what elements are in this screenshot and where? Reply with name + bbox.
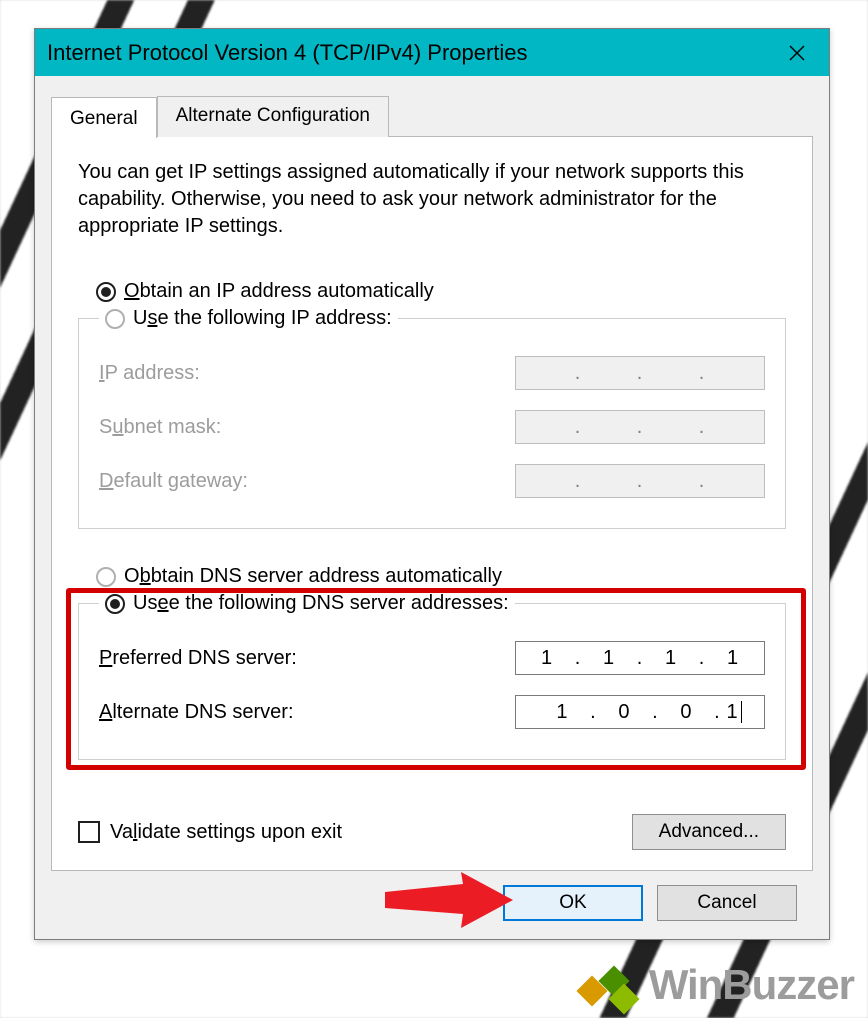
subnet-input: ...: [515, 410, 765, 444]
preferred-dns-input[interactable]: 1. 1. 1. 1: [515, 641, 765, 675]
watermark-text: WinBuzzer: [649, 961, 854, 1009]
row-gateway: Default gateway: ...: [99, 454, 765, 508]
close-icon: [788, 44, 806, 62]
watermark-logo-icon: [575, 960, 639, 1010]
ip-address-group: Obtain an IP address automatically Use t…: [78, 276, 786, 551]
radio-obtain-dns-auto[interactable]: Obbtain DNS server address automatically: [78, 561, 786, 592]
text-cursor: [741, 701, 742, 723]
tab-general[interactable]: General: [51, 97, 157, 138]
preferred-dns-label: Preferred DNS server:: [99, 647, 515, 670]
row-alternate-dns: Alternate DNS server: 1. 0. 0. 1: [99, 685, 765, 739]
radio-label: Use the following IP address:: [133, 307, 392, 330]
close-button[interactable]: [777, 33, 817, 73]
radio-label: Usee the following DNS server addresses:: [133, 592, 509, 615]
titlebar: Internet Protocol Version 4 (TCP/IPv4) P…: [35, 29, 829, 76]
ip-manual-fieldset: Use the following IP address: IP address…: [78, 307, 786, 529]
ip-address-label: IP address:: [99, 362, 515, 385]
tab-alternate[interactable]: Alternate Configuration: [157, 96, 389, 137]
alternate-dns-label: Alternate DNS server:: [99, 701, 515, 724]
radio-obtain-ip-auto[interactable]: Obtain an IP address automatically: [78, 276, 786, 307]
watermark: WinBuzzer: [575, 960, 854, 1010]
validate-label: Validate settings upon exit: [110, 821, 632, 844]
dns-group: Obbtain DNS server address automatically…: [78, 561, 786, 782]
radio-icon: [105, 594, 125, 614]
dns-manual-fieldset: Usee the following DNS server addresses:…: [78, 592, 786, 760]
validate-checkbox[interactable]: [78, 821, 100, 843]
radio-use-dns[interactable]: Usee the following DNS server addresses:: [99, 592, 515, 615]
gateway-input: ...: [515, 464, 765, 498]
ok-button[interactable]: OK: [503, 885, 643, 921]
window-title: Internet Protocol Version 4 (TCP/IPv4) P…: [47, 40, 777, 66]
radio-icon: [105, 309, 125, 329]
gateway-label: Default gateway:: [99, 470, 515, 493]
advanced-button[interactable]: Advanced...: [632, 814, 786, 850]
row-subnet: Subnet mask: ...: [99, 400, 765, 454]
alternate-dns-input[interactable]: 1. 0. 0. 1: [515, 695, 765, 729]
cancel-button[interactable]: Cancel: [657, 885, 797, 921]
general-panel: You can get IP settings assigned automat…: [51, 136, 813, 871]
subnet-label: Subnet mask:: [99, 416, 515, 439]
dialog-footer: OK Cancel: [51, 871, 813, 925]
radio-use-ip[interactable]: Use the following IP address:: [99, 307, 398, 330]
tab-strip: General Alternate Configuration: [51, 96, 813, 137]
radio-label: Obbtain DNS server address automatically: [124, 565, 502, 588]
intro-text: You can get IP settings assigned automat…: [78, 159, 786, 240]
radio-label: Obtain an IP address automatically: [124, 280, 434, 303]
bottom-row: Validate settings upon exit Advanced...: [78, 814, 786, 850]
radio-icon: [96, 282, 116, 302]
ipv4-properties-dialog: Internet Protocol Version 4 (TCP/IPv4) P…: [34, 28, 830, 940]
radio-icon: [96, 567, 116, 587]
dialog-body: General Alternate Configuration You can …: [35, 76, 829, 939]
ip-address-input: ...: [515, 356, 765, 390]
row-preferred-dns: Preferred DNS server: 1. 1. 1. 1: [99, 631, 765, 685]
row-ip-address: IP address: ...: [99, 346, 765, 400]
